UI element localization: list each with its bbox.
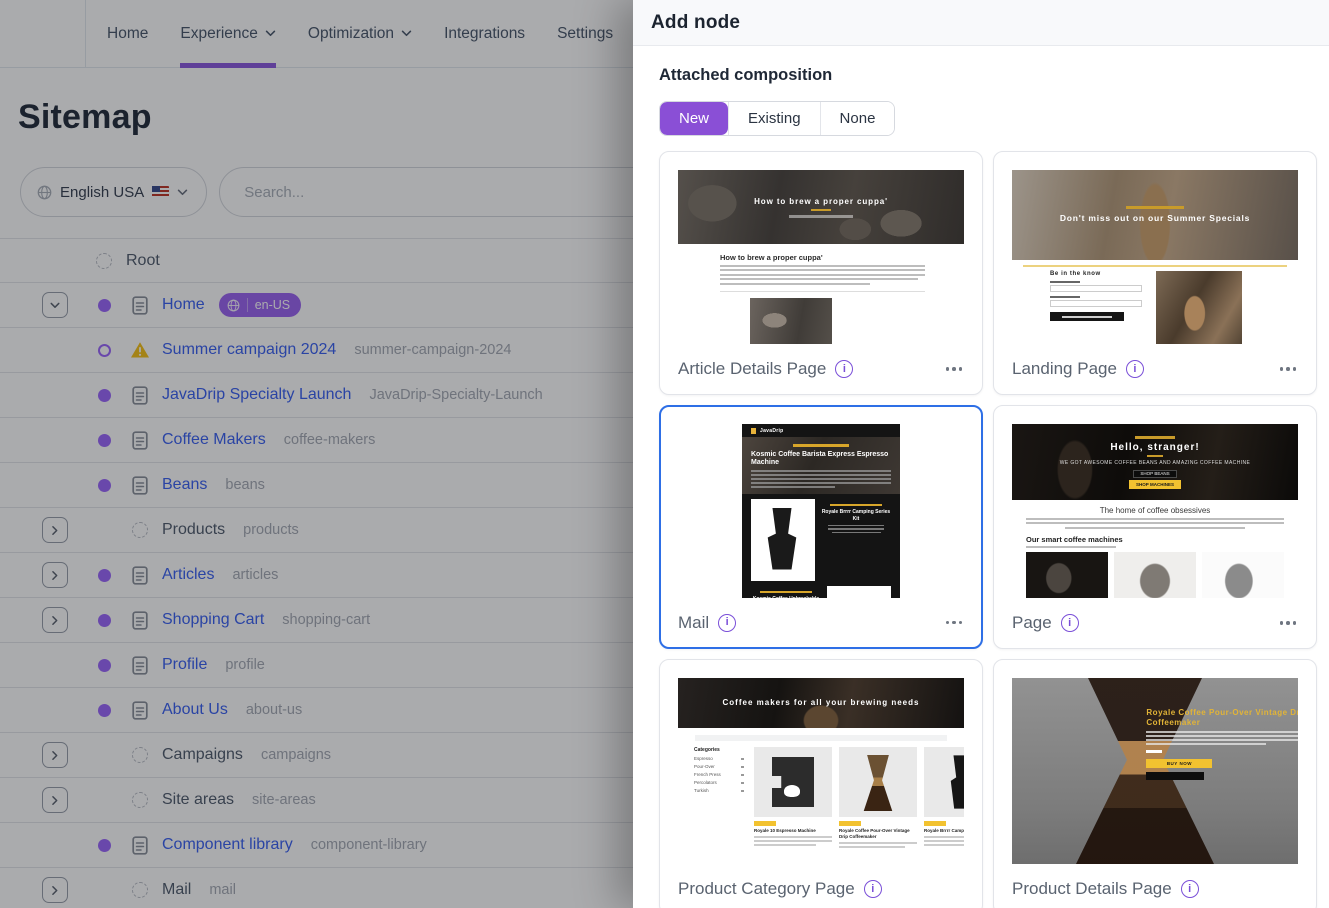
panel-header: Add node — [633, 0, 1329, 46]
thumb-category: Espresso — [694, 756, 713, 761]
thumb-hero-title: Royale Coffee Pour-Over Vintage Drip Cof… — [1146, 708, 1298, 729]
card-thumbnail: How to brew a proper cuppa' How to brew … — [678, 170, 964, 344]
card-menu-button[interactable] — [944, 363, 965, 375]
add-node-panel: Add node Attached composition New Existi… — [633, 0, 1329, 908]
thumb-product-title: Royale Brrrr Camping Coffee Pot — [924, 828, 964, 834]
thumb-sidebar-title: Categories — [694, 747, 744, 753]
thumb-product-title: Royale 10 Espresso Machine — [754, 828, 832, 834]
card-article-details-page[interactable]: How to brew a proper cuppa' How to brew … — [659, 151, 983, 395]
card-product-details-page[interactable]: Royale Coffee Pour-Over Vintage Drip Cof… — [993, 659, 1317, 908]
info-icon[interactable]: i — [835, 360, 853, 378]
card-landing-page[interactable]: Don't miss out on our Summer Specials Be… — [993, 151, 1317, 395]
info-icon[interactable]: i — [718, 614, 736, 632]
thumb-block-title: Royale Brrrr Camping Series Kit — [821, 509, 891, 522]
thumb-category: Pour-Over — [694, 764, 715, 769]
info-icon[interactable]: i — [1061, 614, 1079, 632]
thumb-section-title: Our smart coffee machines — [1026, 535, 1284, 544]
thumb-hero-title: Coffee makers for all your brewing needs — [704, 698, 939, 709]
card-title: Landing Page — [1012, 359, 1117, 379]
card-thumbnail: Hello, stranger! WE GOT AWESOME COFFEE B… — [1012, 424, 1298, 598]
thumb-button: SHOP MACHINES — [1129, 480, 1181, 489]
card-menu-button[interactable] — [944, 617, 965, 629]
card-title: Product Details Page — [1012, 879, 1172, 899]
composition-card-grid: How to brew a proper cuppa' How to brew … — [659, 151, 1317, 908]
thumb-button: SHOP BEANS — [1133, 470, 1177, 478]
card-title: Mail — [678, 613, 709, 633]
thumb-product-title: Royale Coffee Pour-Over Vintage Drip Cof… — [839, 828, 917, 840]
screen: Home Experience Optimization Integration… — [0, 0, 1329, 908]
card-title: Product Category Page — [678, 879, 855, 899]
javadrip-logo — [751, 428, 756, 434]
card-mail[interactable]: JavaDrip Kosmic Coffee Barista Express E… — [659, 405, 983, 649]
card-menu-button[interactable] — [1278, 617, 1299, 629]
thumb-buy-button: BUY NOW — [1146, 759, 1212, 768]
card-menu-button[interactable] — [1278, 363, 1299, 375]
info-icon[interactable]: i — [1126, 360, 1144, 378]
info-icon[interactable]: i — [1181, 880, 1199, 898]
thumb-category: French Press — [694, 772, 721, 777]
card-thumbnail: Coffee makers for all your brewing needs… — [678, 678, 964, 864]
tab-none[interactable]: None — [820, 102, 895, 135]
thumb-body-title: The home of coffee obsessives — [1026, 506, 1284, 515]
thumb-form-title: Be in the know — [1050, 271, 1142, 277]
card-title: Page — [1012, 613, 1052, 633]
composition-mode-tabs: New Existing None — [659, 101, 895, 136]
thumb-hero-subtitle: WE GOT AWESOME COFFEE BEANS AND AMAZING … — [1060, 460, 1251, 466]
card-title: Article Details Page — [678, 359, 826, 379]
tab-existing[interactable]: Existing — [728, 102, 820, 135]
thumb-hero-title: How to brew a proper cuppa' — [754, 197, 888, 206]
card-thumbnail: JavaDrip Kosmic Coffee Barista Express E… — [678, 424, 964, 598]
thumb-category: Percolators — [694, 780, 717, 785]
card-thumbnail: Don't miss out on our Summer Specials Be… — [1012, 170, 1298, 344]
thumb-hero-title: Hello, stranger! — [1110, 442, 1199, 453]
info-icon[interactable]: i — [864, 880, 882, 898]
thumb-hero-title: Kosmic Coffee Barista Express Espresso M… — [751, 451, 891, 468]
card-page[interactable]: Hello, stranger! WE GOT AWESOME COFFEE B… — [993, 405, 1317, 649]
thumb-body-title: How to brew a proper cuppa' — [720, 253, 952, 262]
thumb-hero-title: Don't miss out on our Summer Specials — [1050, 213, 1260, 224]
thumb-brand: JavaDrip — [760, 428, 784, 434]
card-thumbnail: Royale Coffee Pour-Over Vintage Drip Cof… — [1012, 678, 1298, 864]
thumb-category: Turkish — [694, 788, 709, 793]
tab-new[interactable]: New — [660, 102, 728, 135]
card-product-category-page[interactable]: Coffee makers for all your brewing needs… — [659, 659, 983, 908]
thumb-block-title: Kosmic Coffee Unbreakable Pour Over Repl… — [751, 596, 821, 598]
section-title: Attached composition — [659, 66, 1317, 85]
panel-title: Add node — [651, 12, 740, 34]
